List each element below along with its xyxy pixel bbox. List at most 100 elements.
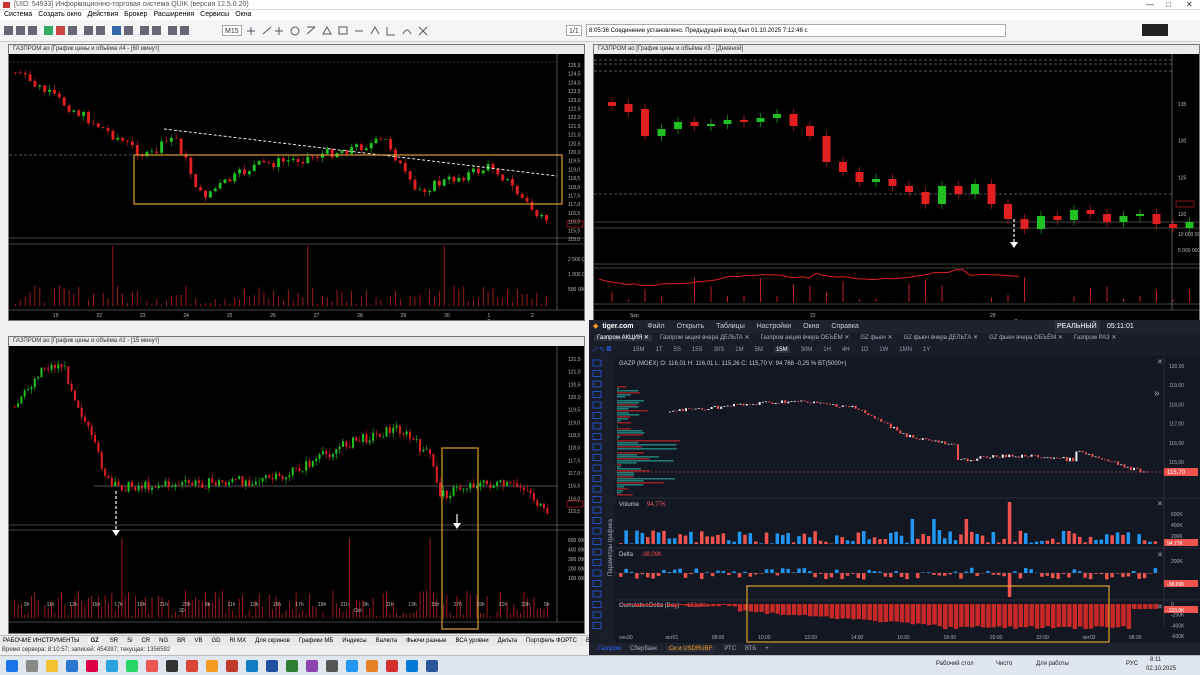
menu-item[interactable]: Брокер [124,11,147,18]
workspace-tab[interactable]: ВСА уровни [456,638,489,644]
tiger-tab[interactable]: Газпром акция вчера ДЕЛЬТА ✕ [657,335,753,341]
app-icon[interactable] [86,660,98,672]
minimize-icon[interactable]: — [1146,0,1154,10]
interval-select[interactable]: M15 [222,25,242,36]
price-chart-daily[interactable]: 135 130 125 120 10 000 000 5 000 000 3,0 Sep 22 2… [594,54,1199,320]
menu-item[interactable]: Расширения [153,11,194,18]
app-icon[interactable] [326,660,338,672]
tiger-tab[interactable]: Газпром РАЗ ✕ [1071,335,1120,341]
search-icon[interactable] [26,660,38,672]
app-icon[interactable] [346,660,358,672]
pane-close-icon[interactable]: ✕ [1157,501,1163,508]
workspace-tab[interactable]: Графики МБ [299,638,333,644]
menu-item[interactable]: Действия [87,11,118,18]
tiger-tab[interactable]: GZ фьюч вчера ДЕЛЬТА ✕ [901,335,981,341]
outlook-icon[interactable] [406,660,418,672]
maximize-icon[interactable]: □ [1166,0,1171,10]
tiger-bottom-tab[interactable]: Сбербанк [630,646,657,652]
workspace-tab[interactable]: Для скринов [255,638,290,644]
language-indicator[interactable]: РУС [1126,661,1138,667]
menu-item[interactable]: Система [4,11,32,18]
workspace-tab[interactable]: Дельта [498,638,517,644]
workspace-tab[interactable]: GD [212,638,221,644]
workspace-tab[interactable]: Все [586,638,589,644]
tiger-tab[interactable]: Газпром АКЦИЯ ✕ [594,335,652,341]
tiger-bottom-tab[interactable]: Си и USDRUBF [665,646,716,652]
windows-start-icon[interactable] [6,660,18,672]
price-chart-60min[interactable]: 125,5 124,5 124,0 123,5 123,0 122,5 122,0 121,5… [9,54,584,320]
app-icon[interactable] [266,660,278,672]
collapse-icon[interactable]: » [1154,388,1160,399]
workspace-tab[interactable]: CR [141,638,150,644]
taskbar-clean-item[interactable]: Чисто [996,661,1012,667]
taskbar-desktop-item[interactable]: Рабочий стол [936,661,974,667]
app-icon[interactable] [286,660,298,672]
timeframe-button[interactable]: 5М [755,347,763,353]
pane-close-icon[interactable]: ✕ [1157,359,1163,366]
app-icon[interactable] [366,660,378,672]
workspace-tab[interactable]: Индексы [342,638,366,644]
word-icon[interactable] [426,660,438,672]
tiger-bottom-tab[interactable]: РТС [724,646,736,652]
workspace-tab[interactable]: GZ [88,638,101,644]
account-mode-select[interactable]: РЕАЛЬНЫЙ [1054,320,1100,333]
menu-item[interactable]: Сервисы [200,11,229,18]
chrome-icon[interactable] [186,660,198,672]
workspace-tab[interactable]: Портфель ФОРТС [526,638,577,644]
timeframe-button[interactable]: 15М [773,347,790,353]
folder-icon[interactable] [46,660,58,672]
workspace-tab[interactable]: RI MX [230,638,247,644]
tiger-tab[interactable]: GZ фьюч вчера ОБЪЁМ ✕ [986,335,1066,341]
workspace-tab[interactable]: Si [127,638,132,644]
tiger-menu-item[interactable]: Открыть [677,323,705,330]
timeframe-button[interactable]: 1Y [923,347,930,353]
tiger-trader-window[interactable]: ◆ tiger.com Файл Открыть Таблицы Настройки О… [589,320,1200,656]
app-icon[interactable] [166,660,178,672]
toolbar-icons[interactable] [4,24,204,38]
workspace-tab[interactable]: SR [110,638,118,644]
tiger-menu-item[interactable]: Настройки [757,323,791,330]
timeframe-button[interactable]: 15М [633,347,645,353]
workspace-tab[interactable]: Валюта [376,638,397,644]
tiger-bottom-tab[interactable]: ВТБ [745,646,756,652]
tiger-menu-item[interactable]: Таблицы [716,323,745,330]
whatsapp-icon[interactable] [126,660,138,672]
tiger-menu-item[interactable]: Справка [831,323,858,330]
timeframe-button[interactable]: 5S [674,347,681,353]
telegram-icon[interactable] [106,660,118,672]
tiger-chart-area[interactable]: Параметры графика GAZP (MOEX) O: 116,01 H… [589,356,1200,643]
timeframe-button[interactable]: 1H [823,347,831,353]
close-icon[interactable]: ✕ [1186,0,1193,10]
app-icon[interactable] [146,660,158,672]
timeframe-button[interactable]: 15S [692,347,703,353]
chart-panel-daily[interactable]: ГАЗПРОМ ао [График цены и объёма #3 - [Д… [593,44,1200,321]
menu-item[interactable]: Создать окно [38,11,81,18]
menu-item[interactable]: Окна [235,11,251,18]
workspace-tab[interactable]: РАБОЧИЕ ИНСТРУМЕНТЫ [3,638,79,644]
workspace-tab[interactable]: VB [194,638,202,644]
timeframe-button[interactable]: 4H [842,347,850,353]
tiger-menu-item[interactable]: Файл [647,323,664,330]
timeframe-button[interactable]: 1T [656,347,663,353]
workspace-tab[interactable]: NG [159,638,168,644]
tiger-tab[interactable]: Газпром акция вчера ОБЪЁМ ✕ [757,335,852,341]
tiger-app-icon[interactable] [206,660,218,672]
pane-close-icon[interactable]: ✕ [1157,604,1163,611]
pane-close-icon[interactable]: ✕ [1157,552,1163,559]
drawing-tools-icons[interactable] [245,24,445,38]
price-chart-15min[interactable]: 121,5 121,0 120,5 120,0 119,5 119,0 118,5 118,0… [9,346,584,633]
chart-panel-60min[interactable]: ГАЗПРОМ ао [График цены и объёма #4 - [6… [8,44,585,321]
workspace-tab[interactable]: Фьючи разные [406,638,447,644]
taskbar-work-item[interactable]: Для работы [1036,661,1069,667]
workspace-tab[interactable]: BR [177,638,185,644]
app-icon[interactable] [246,660,258,672]
timeframe-button[interactable]: 1D [861,347,869,353]
chart-panel-15min[interactable]: ГАЗПРОМ ао [График цены и объёма #2 - [1… [8,336,585,634]
timeframe-button[interactable]: 1М [735,347,743,353]
tiger-tab[interactable]: GZ фьюч ✕ [857,335,895,341]
tiger-menu-item[interactable]: Окна [803,323,819,330]
timeframe-button[interactable]: 1W [879,347,888,353]
timeframe-button[interactable]: 1MN [899,347,912,353]
app-icon[interactable] [306,660,318,672]
acrobat-icon[interactable] [386,660,398,672]
